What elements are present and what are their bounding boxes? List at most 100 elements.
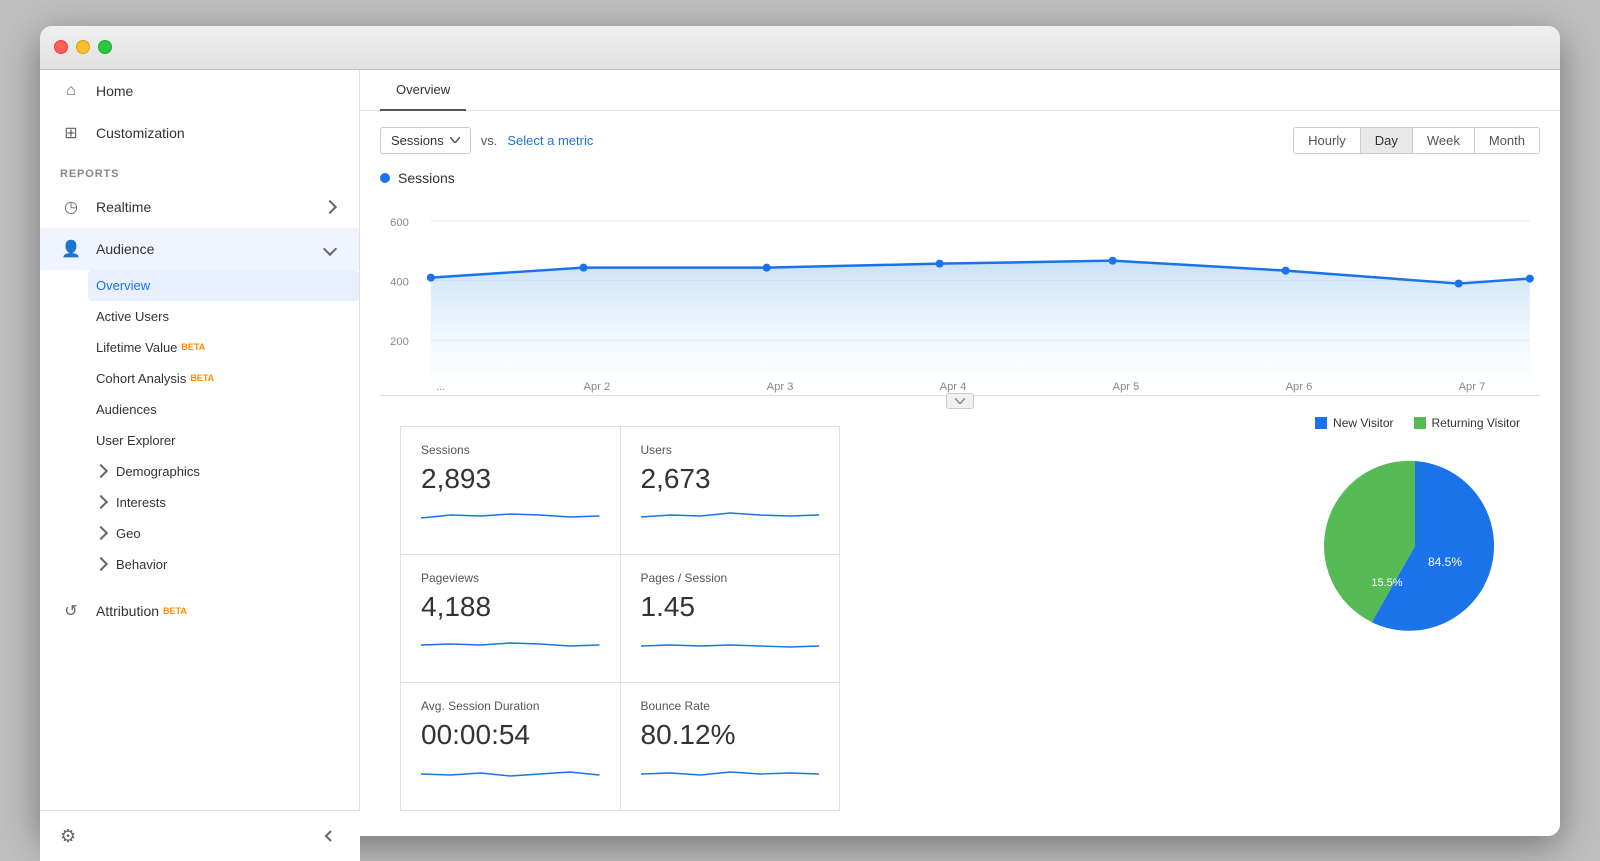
lifetime-value-beta-badge: BETA	[181, 342, 205, 352]
svg-text:Apr 2: Apr 2	[584, 381, 611, 393]
metric-card-avg-session-duration: Avg. Session Duration 00:00:54	[401, 683, 621, 811]
pie-chart: 84.5% 15.5%	[1315, 446, 1515, 646]
sidebar-item-geo[interactable]: Geo	[96, 518, 359, 549]
avg-session-duration-sparkline	[421, 759, 600, 789]
users-sparkline	[641, 503, 820, 533]
sessions-metric-select[interactable]: Sessions	[380, 127, 471, 154]
titlebar	[40, 26, 1560, 70]
chart-controls: Sessions vs. Select a metric Hourly Day …	[360, 111, 1560, 170]
geo-label: Geo	[116, 526, 141, 541]
behavior-label: Behavior	[116, 557, 167, 572]
lifetime-value-label: Lifetime Value	[96, 340, 177, 355]
traffic-lights	[54, 40, 112, 54]
lower-section: Sessions 2,893 Users 2,673	[360, 406, 1560, 831]
tab-bar: Overview	[360, 70, 1560, 111]
collapse-sidebar-button[interactable]	[318, 825, 340, 836]
avg-session-duration-metric-name: Avg. Session Duration	[421, 699, 600, 713]
line-chart: 600 400 200 ... Apr 2 Apr 3 Apr 4 Apr 5	[380, 196, 1540, 396]
svg-text:...: ...	[436, 381, 445, 393]
metrics-grid: Sessions 2,893 Users 2,673	[400, 426, 840, 811]
behavior-chevron-icon	[94, 557, 108, 571]
sessions-sparkline	[421, 503, 600, 533]
main-content: ⌂ Home ⊞ Customization REPORTS ◷ Realtim…	[40, 70, 1560, 836]
sidebar-item-overview[interactable]: Overview	[88, 270, 359, 301]
svg-text:400: 400	[390, 276, 409, 288]
sidebar-item-realtime[interactable]: ◷ Realtime	[40, 186, 359, 228]
reports-section-label: REPORTS	[40, 154, 359, 186]
close-button[interactable]	[54, 40, 68, 54]
select-metric-link[interactable]: Select a metric	[507, 133, 593, 148]
sidebar: ⌂ Home ⊞ Customization REPORTS ◷ Realtim…	[40, 70, 360, 836]
sessions-metric-name: Sessions	[421, 443, 600, 457]
metric-card-sessions: Sessions 2,893	[401, 427, 621, 555]
attribution-icon: ↺	[60, 600, 82, 622]
sessions-select-label: Sessions	[391, 133, 444, 148]
svg-text:Apr 4: Apr 4	[940, 381, 967, 393]
tab-overview[interactable]: Overview	[380, 70, 466, 111]
metric-card-bounce-rate: Bounce Rate 80.12%	[621, 683, 841, 811]
maximize-button[interactable]	[98, 40, 112, 54]
vs-label: vs.	[481, 133, 498, 148]
customization-label: Customization	[96, 125, 185, 141]
sessions-label-text: Sessions	[398, 170, 455, 186]
sidebar-item-interests[interactable]: Interests	[96, 487, 359, 518]
svg-text:84.5%: 84.5%	[1428, 555, 1462, 569]
month-button[interactable]: Month	[1475, 128, 1539, 153]
attribution-beta-badge: BETA	[163, 606, 187, 616]
avg-session-duration-metric-value: 00:00:54	[421, 719, 600, 751]
sidebar-item-attribution[interactable]: ↺ Attribution BETA	[40, 590, 359, 632]
pie-chart-section: New Visitor Returning Visitor	[1315, 406, 1540, 811]
svg-text:Apr 3: Apr 3	[767, 381, 794, 393]
audience-subnav: Overview Active Users Lifetime Value BET…	[40, 270, 359, 580]
pie-svg: 84.5% 15.5%	[1315, 446, 1515, 646]
audience-chevron-icon	[323, 241, 337, 255]
pages-per-session-metric-name: Pages / Session	[641, 571, 820, 585]
svg-text:Apr 6: Apr 6	[1286, 381, 1313, 393]
home-label: Home	[96, 83, 133, 99]
interests-label: Interests	[116, 495, 166, 510]
legend-item-new-visitor: New Visitor	[1315, 416, 1393, 430]
sidebar-item-user-explorer[interactable]: User Explorer	[96, 425, 359, 456]
sidebar-item-home[interactable]: ⌂ Home	[40, 70, 359, 112]
sessions-metric-value: 2,893	[421, 463, 600, 495]
app-window: ⌂ Home ⊞ Customization REPORTS ◷ Realtim…	[40, 26, 1560, 836]
audience-label: Audience	[96, 241, 154, 257]
hourly-button[interactable]: Hourly	[1294, 128, 1361, 153]
cohort-analysis-beta-badge: BETA	[190, 373, 214, 383]
returning-visitor-legend-label: Returning Visitor	[1432, 416, 1521, 430]
expand-chevron-icon	[955, 398, 965, 404]
chevron-left-icon	[322, 829, 336, 836]
metric-card-pages-per-session: Pages / Session 1.45	[621, 555, 841, 683]
pages-per-session-sparkline	[641, 631, 820, 661]
pageviews-metric-name: Pageviews	[421, 571, 600, 585]
svg-text:200: 200	[390, 336, 409, 348]
week-button[interactable]: Week	[1413, 128, 1475, 153]
realtime-icon: ◷	[60, 196, 82, 218]
legend-item-returning-visitor: Returning Visitor	[1414, 416, 1521, 430]
day-button[interactable]: Day	[1361, 128, 1413, 153]
minimize-button[interactable]	[76, 40, 90, 54]
chart-svg: 600 400 200 ... Apr 2 Apr 3 Apr 4 Apr 5	[380, 196, 1540, 395]
sidebar-item-lifetime-value[interactable]: Lifetime Value BETA	[96, 332, 359, 363]
sessions-dot-icon	[380, 173, 390, 183]
sidebar-item-active-users[interactable]: Active Users	[96, 301, 359, 332]
overview-label: Overview	[96, 278, 150, 293]
sidebar-item-demographics[interactable]: Demographics	[96, 456, 359, 487]
users-metric-name: Users	[641, 443, 820, 457]
sidebar-item-behavior[interactable]: Behavior	[96, 549, 359, 580]
demographics-chevron-icon	[94, 464, 108, 478]
audiences-label: Audiences	[96, 402, 157, 417]
attribution-label: Attribution	[96, 603, 159, 619]
main-chart-section: Sessions 600 400 200	[360, 170, 1560, 396]
settings-icon[interactable]: ⚙	[60, 826, 76, 836]
sidebar-item-audience[interactable]: 👤 Audience	[40, 228, 359, 270]
cohort-analysis-label: Cohort Analysis	[96, 371, 186, 386]
bounce-rate-metric-name: Bounce Rate	[641, 699, 820, 713]
sidebar-item-cohort-analysis[interactable]: Cohort Analysis BETA	[96, 363, 359, 394]
sidebar-item-audiences[interactable]: Audiences	[96, 394, 359, 425]
audience-icon: 👤	[60, 238, 82, 260]
demographics-label: Demographics	[116, 464, 200, 479]
users-metric-value: 2,673	[641, 463, 820, 495]
chart-expand-button[interactable]	[946, 393, 974, 409]
sidebar-item-customization[interactable]: ⊞ Customization	[40, 112, 359, 154]
